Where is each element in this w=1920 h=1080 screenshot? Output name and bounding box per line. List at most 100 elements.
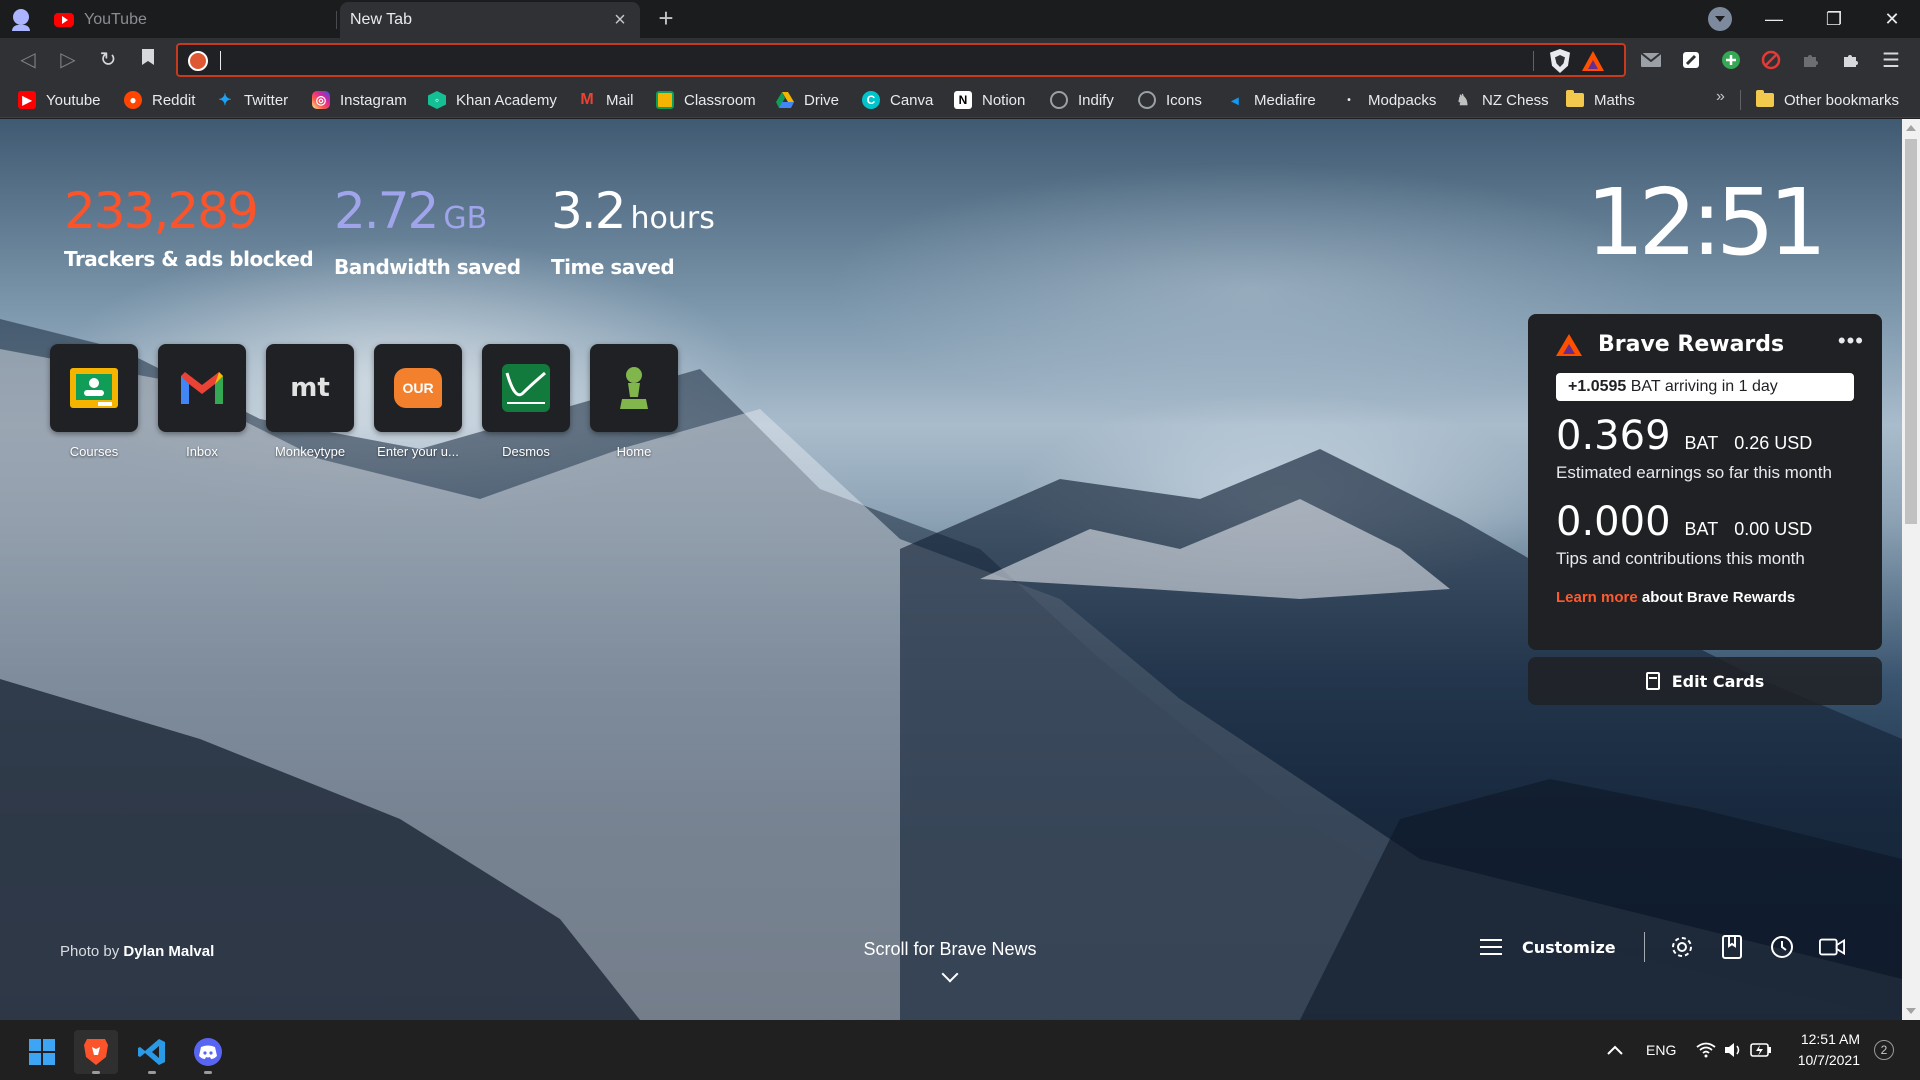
bookmark-page-button[interactable] — [134, 46, 162, 74]
scroll-up-icon[interactable] — [1906, 125, 1916, 131]
classroom-icon — [50, 344, 138, 432]
tab-search-icon[interactable] — [1708, 7, 1732, 31]
language-indicator[interactable]: ENG — [1646, 1020, 1676, 1080]
brave-talk-icon[interactable] — [1818, 934, 1845, 960]
page-scrollbar[interactable] — [1902, 119, 1920, 1020]
earnings-row: 0.369 BAT 0.26 USD — [1556, 413, 1854, 459]
close-window-button[interactable]: ✕ — [1864, 0, 1920, 38]
bookmark-folder-maths[interactable]: Maths — [1566, 88, 1635, 112]
taskbar-clock[interactable]: 12:51 AM 10/7/2021 — [1772, 1029, 1860, 1071]
classroom-icon — [656, 91, 674, 109]
bookmark-canva[interactable]: C Canva — [862, 88, 933, 112]
bookmark-drive[interactable]: Drive — [776, 88, 839, 112]
settings-icon[interactable] — [1669, 934, 1695, 960]
bookmark-mail[interactable]: M Mail — [578, 88, 633, 112]
tab-youtube[interactable]: YouTube — [42, 2, 332, 38]
bookmark-nz-chess[interactable]: ♞ NZ Chess — [1454, 88, 1548, 112]
bookmark-modpacks[interactable]: • Modpacks — [1340, 88, 1436, 112]
windows-taskbar: ENG 12:51 AM 10/7/2021 2 — [0, 1020, 1920, 1080]
reload-button[interactable]: ↻ — [94, 46, 122, 74]
customize-button[interactable]: Customize — [1480, 937, 1616, 957]
green-plus-extension-icon[interactable] — [1720, 49, 1742, 71]
bookmarks-icon[interactable] — [1719, 934, 1745, 960]
running-indicator — [92, 1071, 100, 1074]
canva-icon: C — [862, 91, 880, 109]
wifi-icon[interactable] — [1696, 1020, 1716, 1080]
bookmark-notion[interactable]: N Notion — [954, 88, 1025, 112]
photo-credit-author[interactable]: Dylan Malval — [123, 943, 214, 960]
bookmark-label: Mediafire — [1254, 91, 1316, 109]
bookmark-indify[interactable]: Indify — [1050, 88, 1114, 112]
taskbar-discord[interactable] — [186, 1030, 230, 1074]
bookmark-label: Other bookmarks — [1784, 91, 1900, 109]
mail-extension-icon[interactable] — [1640, 49, 1662, 71]
forward-button[interactable]: ▷ — [54, 46, 82, 74]
earnings-amount: 0.369 — [1556, 413, 1671, 459]
tab-title: YouTube — [84, 11, 147, 28]
rewards-more-button[interactable]: ••• — [1838, 328, 1864, 354]
notification-badge[interactable]: 2 — [1874, 1040, 1894, 1060]
bookmark-instagram[interactable]: ◎ Instagram — [312, 88, 407, 112]
chess-pawn-icon — [590, 344, 678, 432]
address-bar[interactable] — [176, 43, 1626, 77]
maximize-button[interactable]: ❐ — [1806, 0, 1862, 38]
new-tab-button[interactable]: + — [652, 4, 680, 32]
bookmark-reddit[interactable]: ● Reddit — [124, 88, 195, 112]
bookmark-twitter[interactable]: ✦ Twitter — [216, 88, 288, 112]
desmos-icon — [482, 344, 570, 432]
taskbar-vscode[interactable] — [130, 1030, 174, 1074]
start-button[interactable] — [20, 1030, 64, 1074]
top-site-tile[interactable]: Home — [590, 344, 678, 459]
stat-time-saved: 3.2 hours Time saved — [551, 183, 715, 279]
top-site-tile[interactable]: mt Monkeytype — [266, 344, 354, 459]
brave-rewards-icon[interactable] — [1582, 51, 1604, 71]
more-bookmarks-button[interactable]: » — [1716, 88, 1725, 106]
twitter-icon: ✦ — [218, 92, 232, 109]
brave-icon — [84, 1039, 108, 1065]
top-site-tile[interactable]: Inbox — [158, 344, 246, 459]
brave-shields-icon[interactable] — [1550, 49, 1570, 73]
scrollbar-thumb[interactable] — [1905, 139, 1917, 524]
bookmarks-bar: ▶ Youtube ● Reddit ✦ Twitter ◎ Instagram ◦ Kh… — [0, 82, 1920, 118]
close-tab-icon[interactable]: × — [608, 8, 632, 32]
earnings-label: Estimated earnings so far this month — [1556, 463, 1832, 482]
other-bookmarks-folder[interactable]: Other bookmarks — [1756, 88, 1899, 112]
notion-clipper-icon[interactable] — [1680, 49, 1702, 71]
top-site-tile[interactable]: Desmos — [482, 344, 570, 459]
taskbar-date: 10/7/2021 — [1797, 1052, 1860, 1068]
puzzle-extension-icon[interactable] — [1800, 49, 1822, 71]
tab-new-tab[interactable]: New Tab × — [340, 2, 640, 38]
scroll-for-brave-news[interactable]: Scroll for Brave News — [850, 939, 1050, 983]
tips-amount: 0.000 — [1556, 499, 1671, 545]
address-input[interactable] — [226, 45, 1526, 75]
battery-icon[interactable] — [1750, 1020, 1772, 1080]
instagram-icon: ◎ — [312, 91, 330, 109]
back-button[interactable]: ◁ — [14, 46, 42, 74]
scroll-down-icon[interactable] — [1906, 1008, 1916, 1014]
customize-label: Customize — [1522, 937, 1616, 957]
edit-cards-button[interactable]: Edit Cards — [1528, 657, 1882, 705]
profile-icon[interactable] — [10, 8, 32, 31]
menu-icon[interactable]: ☰ — [1880, 49, 1902, 72]
divider — [1740, 90, 1741, 110]
learn-more-link[interactable]: Learn more — [1556, 589, 1638, 606]
bookmark-mediafire[interactable]: ◂ Mediafire — [1226, 88, 1316, 112]
top-site-tile[interactable]: Courses — [50, 344, 138, 459]
top-site-tile[interactable]: OUR Enter your u... — [374, 344, 462, 459]
history-icon[interactable] — [1769, 934, 1795, 960]
pending-amount: +1.0595 — [1568, 378, 1627, 395]
bookmark-youtube[interactable]: ▶ Youtube — [18, 88, 101, 112]
blocker-extension-icon[interactable] — [1760, 49, 1782, 71]
volume-icon[interactable] — [1724, 1020, 1742, 1080]
show-hidden-icons[interactable] — [1606, 1020, 1624, 1080]
bookmark-classroom[interactable]: Classroom — [656, 88, 756, 112]
brave-rewards-card: Brave Rewards ••• +1.0595 BAT arriving i… — [1528, 314, 1882, 650]
bookmark-icons[interactable]: Icons — [1138, 88, 1202, 112]
bookmark-khan-academy[interactable]: ◦ Khan Academy — [428, 88, 557, 112]
extensions-icon[interactable] — [1840, 49, 1862, 71]
folder-icon — [1566, 90, 1584, 109]
bookmark-label: Twitter — [244, 91, 289, 109]
taskbar-brave[interactable] — [74, 1030, 118, 1074]
modpacks-icon: • — [1347, 94, 1351, 106]
minimize-button[interactable]: — — [1746, 0, 1802, 38]
